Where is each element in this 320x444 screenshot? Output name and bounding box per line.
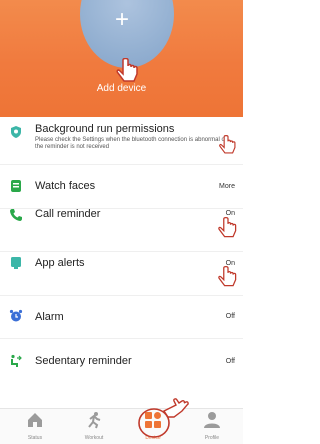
pointing-hand-icon	[218, 216, 237, 238]
settings-item-description: Please check the Settings when the bluet…	[35, 137, 227, 150]
profile-icon	[204, 412, 220, 428]
settings-item-title: Sedentary reminder	[35, 355, 132, 367]
settings-item-watch-faces[interactable]: Watch faces More	[0, 164, 243, 209]
add-device-label: Add device	[96, 83, 147, 94]
app-alert-icon	[11, 257, 21, 269]
settings-item-alarm[interactable]: Alarm Off	[0, 295, 243, 339]
pointing-hand-icon	[116, 58, 138, 82]
pointing-hand-icon	[218, 265, 237, 287]
settings-item-title: Alarm	[35, 311, 64, 323]
tab-status[interactable]: Status	[10, 411, 60, 441]
alarm-clock-icon	[9, 309, 23, 322]
sedentary-icon	[11, 354, 22, 367]
settings-item-value: More	[219, 183, 235, 190]
settings-item-value[interactable]: Off	[226, 313, 235, 320]
header-banner: + Add device	[0, 0, 243, 117]
settings-item-title: Background run permissions	[35, 123, 175, 135]
settings-item-background-permissions[interactable]: Background run permissions Please check …	[0, 117, 243, 165]
pointing-hand-icon	[162, 398, 189, 418]
tab-label: Status	[27, 435, 43, 441]
plus-icon[interactable]: +	[115, 8, 129, 32]
settings-item-value[interactable]: Off	[226, 358, 235, 365]
settings-item-call-reminder[interactable]: Call reminder On	[0, 208, 243, 252]
tab-label: Profile	[204, 435, 220, 441]
home-icon	[28, 413, 42, 427]
run-icon	[88, 412, 101, 429]
settings-item-app-alerts[interactable]: App alerts On	[0, 251, 243, 296]
settings-item-title: Call reminder	[35, 208, 101, 220]
tab-workout[interactable]: Workout	[69, 411, 119, 441]
tab-label: Workout	[84, 435, 104, 441]
settings-item-title: App alerts	[35, 257, 85, 269]
phone-icon	[10, 209, 22, 221]
settings-item-title: Watch faces	[35, 180, 96, 192]
bottom-tab-bar: Status Workout Device Profile	[0, 398, 243, 444]
settings-item-sedentary-reminder[interactable]: Sedentary reminder Off	[0, 338, 243, 383]
pointing-hand-icon	[219, 135, 236, 154]
shield-icon	[11, 126, 21, 138]
tab-profile[interactable]: Profile	[187, 411, 237, 441]
watch-face-icon	[11, 180, 21, 192]
